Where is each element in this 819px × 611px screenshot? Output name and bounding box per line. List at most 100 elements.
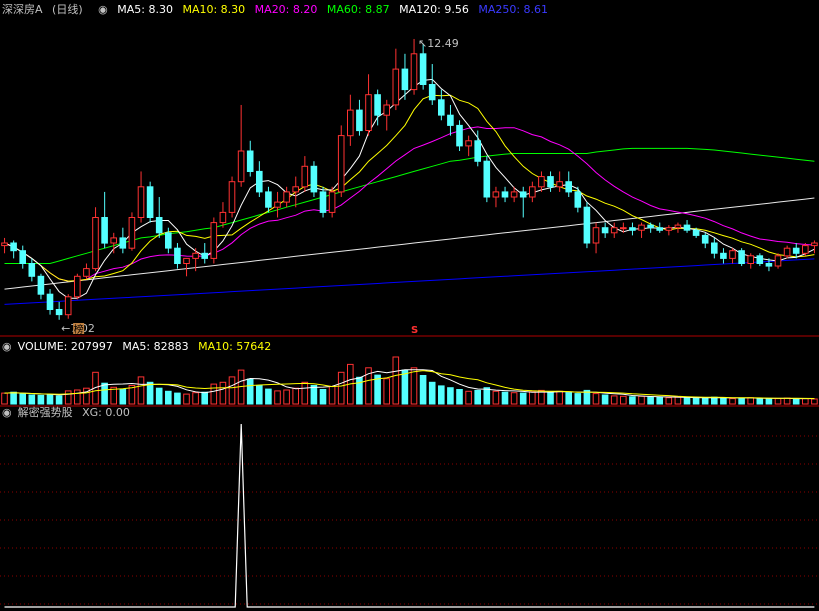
volume-bar: [656, 396, 664, 405]
high-price-label: ↖12.49: [418, 37, 459, 50]
ma5-label: MA5: 8.30: [117, 3, 173, 16]
candle-up: [137, 186, 145, 219]
candle-up: [110, 237, 118, 244]
candle-down: [256, 170, 263, 193]
stock-chart[interactable]: ↖12.49←7.02榜S: [0, 0, 819, 611]
volume-bar: [565, 392, 573, 405]
volume-bar: [756, 398, 764, 405]
volume-bar: [501, 391, 509, 405]
candle-down: [201, 252, 208, 259]
volume-bar: [556, 390, 563, 405]
candle-up: [592, 227, 600, 244]
volume-bar: [465, 390, 472, 405]
stock-title[interactable]: 深深房A (日线): [2, 3, 89, 16]
volume-bar: [1, 392, 8, 405]
candle-down: [629, 227, 636, 231]
volume-bar: [283, 389, 290, 405]
candle-up: [610, 227, 618, 234]
volume-bar: [592, 393, 600, 405]
candle-up: [638, 224, 645, 231]
candle-up: [92, 217, 99, 270]
volume-bar: [328, 385, 336, 405]
candle-down: [55, 309, 63, 316]
candle-up: [774, 255, 782, 267]
volume-bar: [137, 376, 145, 405]
volume-bar: [46, 394, 54, 405]
volume-bar: [19, 393, 26, 405]
volume-bar: [547, 391, 554, 405]
volume-bar: [492, 390, 500, 405]
candle-down: [692, 229, 700, 236]
candle-up: [228, 181, 236, 213]
volume-panel-menu-icon[interactable]: ◉: [2, 340, 12, 353]
candle-up: [64, 296, 72, 316]
ma60-label: MA60: 8.87: [326, 3, 390, 16]
ma20-label: MA20: 8.20: [254, 3, 318, 16]
volume-bar: [747, 397, 755, 405]
indicator-label: 解密强势股: [17, 406, 73, 419]
indicator-panel-menu-icon[interactable]: ◉: [2, 406, 12, 419]
volume-bar: [665, 397, 673, 405]
volume-bar: [474, 389, 481, 405]
candle-down: [483, 160, 491, 198]
candle-up: [392, 68, 400, 106]
volume-bar: [720, 397, 727, 405]
volume-bar: [802, 398, 809, 405]
volume-bar: [738, 397, 745, 405]
candle-down: [701, 234, 709, 244]
candle-up: [811, 242, 818, 247]
candle-up: [328, 191, 336, 213]
volume-bar: [401, 369, 409, 405]
candle-up: [219, 211, 227, 224]
volume-bar: [37, 394, 45, 405]
candle-up: [237, 150, 245, 183]
volume-bar: [265, 388, 272, 405]
candle-down: [155, 217, 163, 234]
candle-up: [729, 250, 736, 259]
volume-bar: [729, 398, 736, 405]
volume-bar: [683, 397, 691, 405]
candle-down: [711, 242, 718, 254]
candle-down: [146, 186, 154, 219]
price-panel-menu-icon[interactable]: ◉: [98, 3, 108, 16]
volume-bar: [74, 389, 81, 405]
candle-up: [747, 255, 755, 265]
volume-bar: [292, 387, 299, 405]
candle-down: [401, 68, 409, 91]
candle-down: [428, 84, 436, 101]
volume-bar: [174, 392, 181, 405]
candle-down: [720, 252, 727, 259]
volume-bar: [383, 378, 390, 405]
candle-up: [274, 201, 281, 208]
volume-bar: [692, 397, 700, 405]
marker-s-text: S: [411, 325, 418, 336]
candle-up: [783, 247, 791, 257]
volume-bar: [483, 387, 491, 405]
volume-bar: [155, 387, 163, 405]
candle-up: [74, 275, 81, 298]
volume-bar: [274, 390, 281, 405]
xg-label: XG: 0.00: [82, 406, 130, 419]
candle-down: [310, 165, 318, 193]
volume-bar: [356, 376, 363, 405]
candle-down: [738, 250, 745, 264]
volume-bar: [647, 396, 654, 405]
volume-bar: [674, 396, 682, 405]
candle-down: [447, 114, 454, 126]
candle-up: [337, 135, 345, 193]
candle-down: [246, 150, 254, 172]
xg-indicator-line: [4, 423, 815, 608]
volume-bar: [456, 389, 463, 405]
marker-bang-text: 榜: [74, 323, 84, 336]
volume-bar: [638, 395, 645, 405]
volume-bar: [310, 385, 318, 405]
volume-bar: [783, 397, 791, 405]
candle-down: [474, 140, 481, 162]
candle-down: [756, 255, 764, 265]
candle-up: [510, 191, 518, 198]
volume-bar: [601, 394, 609, 405]
volume-bar: [574, 393, 582, 405]
volume-bar: [765, 398, 773, 405]
candle-down: [165, 232, 172, 249]
ma250-label: MA250: 8.61: [478, 3, 549, 16]
